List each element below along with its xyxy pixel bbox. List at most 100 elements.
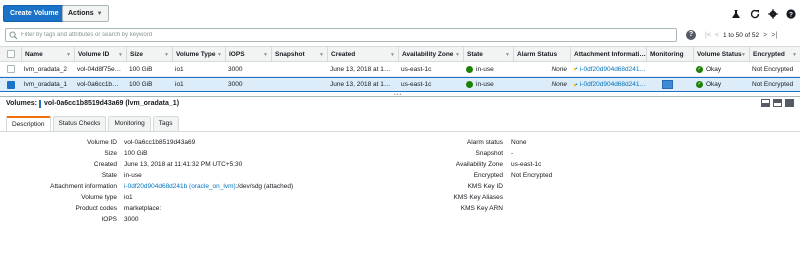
layout-maximize-icon[interactable] [785,99,794,107]
filter-search-input[interactable] [21,30,671,40]
actions-dropdown-button[interactable]: Actions ▼ [62,5,109,22]
next-page-icon[interactable]: > [761,32,769,39]
filter-help-icon[interactable]: ? [686,30,696,40]
filter-bar: ? |< < 1 to 50 of 52 > >| [0,27,800,44]
row-checkbox-checked[interactable] [6,80,15,89]
last-page-icon[interactable]: >| [769,32,779,39]
col-header-iops[interactable]: IOPS ▼ [225,47,271,61]
in-use-status-icon [466,81,473,88]
cell-volume-type: io1 [175,81,184,88]
attachment-link[interactable]: i-0df20d904d68d241… [580,66,646,73]
cell-state: in-use [463,62,513,76]
layout-split-full-icon[interactable] [773,99,782,107]
table-header-row: Name ▼ Volume ID ▼ Size ▼ Volume Type ▼ IOPS… [0,46,800,62]
cell-volume-id: vol-0a6cc1b… [77,81,119,88]
top-toolbar: Create Volume Actions ▼ ? [0,0,800,27]
col-header-monitoring[interactable]: Monitoring [646,47,693,61]
alarm-add-icon[interactable] [573,65,578,73]
cell-name: lvm_oradata_2 [24,65,67,73]
col-header-alarm-status[interactable]: Alarm Status [513,47,570,61]
col-header-availability-zone[interactable]: Availability Zone ▼ [398,47,463,61]
table-row-selected[interactable]: lvm_oradata_1 vol-0a6cc1b… 100 GiB io1 3… [0,77,800,92]
details-prefix: Volumes: [6,100,37,107]
details-title: Volumes: vol-0a6cc1b8519d43a69 (lvm_orad… [6,98,179,109]
field-kms-key-id: KMS Key ID [467,183,503,190]
select-all-checkbox[interactable] [6,50,15,58]
cell-state: in-use [463,78,513,91]
col-header-size[interactable]: Size ▼ [126,47,172,61]
filter-search-box[interactable] [5,28,677,42]
cell-created: June 13, 2018 at 1… [330,81,391,88]
svg-text:?: ? [789,11,793,18]
col-header-volume-id[interactable]: Volume ID ▼ [74,47,126,61]
cell-alarm-status: None [551,65,567,73]
alarm-add-icon[interactable] [573,81,578,89]
cell-attachment: i-0df20d904d68d241… [570,78,646,91]
cell-size: 100 GiB [129,81,153,88]
refresh-icon[interactable] [750,9,760,19]
tab-status-checks[interactable]: Status Checks [52,116,107,131]
cell-volume-type: io1 [175,65,184,73]
field-iops: IOPS 3000 [101,216,139,223]
field-alarm-status: Alarm status None [466,139,527,146]
cell-alarm-status: None [551,81,567,88]
cell-availability-zone: us-east-1c [401,65,432,73]
flask-icon[interactable] [731,9,741,19]
ok-check-icon: ✓ [696,81,703,88]
field-kms-key-arn: KMS Key ARN [460,205,503,212]
select-all-cell[interactable] [0,47,21,61]
table-row[interactable]: lvm_oradata_2 vol-04d8f75e… 100 GiB io1 … [0,62,800,77]
ok-check-icon: ✓ [696,65,703,73]
field-encrypted: Encrypted Not Encrypted [473,172,553,179]
cell-created: June 13, 2018 at 1… [330,65,391,73]
cell-iops: 3000 [228,65,243,73]
tab-divider [0,131,800,132]
field-availability-zone: Availability Zone us-east-1c [455,161,542,168]
col-header-volume-status[interactable]: Volume Status ▼ [693,47,749,61]
cell-availability-zone: us-east-1c [401,81,432,88]
pagination: |< < 1 to 50 of 52 > >| [703,30,779,41]
layout-split-bottom-icon[interactable] [761,99,770,107]
cell-encrypted: Not Encrypted [752,65,794,73]
in-use-status-icon [466,65,473,73]
col-header-created[interactable]: Created ▼ [327,47,398,61]
cell-name: lvm_oradata_1 [24,81,67,88]
chevron-down-icon: ▼ [96,11,103,17]
col-header-volume-type[interactable]: Volume Type ▼ [172,47,225,61]
layout-toggle-group [761,99,794,108]
cell-snapshot [271,62,327,76]
pager-range: 1 to 50 of 52 [723,32,760,39]
cell-volume-id: vol-04d8f75e… [77,65,122,73]
col-header-encrypted[interactable]: Encrypted ▼ [749,47,800,61]
row-checkbox[interactable] [6,65,15,73]
tab-monitoring[interactable]: Monitoring [108,116,151,131]
field-kms-key-aliases: KMS Key Aliases [453,194,504,201]
monitoring-graph-icon[interactable] [662,80,673,89]
cell-attachment: i-0df20d904d68d241… [570,62,646,76]
cell-size: 100 GiB [129,65,153,73]
col-header-name[interactable]: Name ▼ [21,47,74,61]
create-volume-button[interactable]: Create Volume [3,5,66,22]
details-volume-title: vol-0a6cc1b8519d43a69 (lvm_oradata_1) [44,100,180,107]
tab-description[interactable]: Description [6,116,51,132]
col-header-state[interactable]: State ▼ [463,47,513,61]
field-snapshot: Snapshot - [475,150,514,157]
cell-volume-status: ✓ Okay [696,81,722,88]
details-tabs: Description Status Checks Monitoring Tag… [6,116,181,132]
prev-page-icon[interactable]: < [713,32,721,39]
cell-encrypted: Not Encrypted [752,81,794,88]
gear-icon[interactable] [768,9,778,19]
details-marker [39,99,41,108]
col-header-snapshot[interactable]: Snapshot ▼ [271,47,327,61]
cell-volume-status: ✓ Okay [696,65,722,73]
pane-splitter[interactable]: ••• [0,93,800,98]
attachment-link[interactable]: i-0df20d904d68d241… [580,81,646,88]
cell-monitoring [646,62,693,76]
first-page-icon[interactable]: |< [703,32,713,39]
cell-snapshot [271,78,327,91]
actions-label: Actions [68,10,94,17]
drag-grip-icon[interactable]: ••• [394,93,402,98]
tab-tags[interactable]: Tags [152,116,179,131]
col-header-attachment-info[interactable]: Attachment Informati… [570,47,646,61]
help-circle-icon[interactable]: ? [786,9,796,19]
